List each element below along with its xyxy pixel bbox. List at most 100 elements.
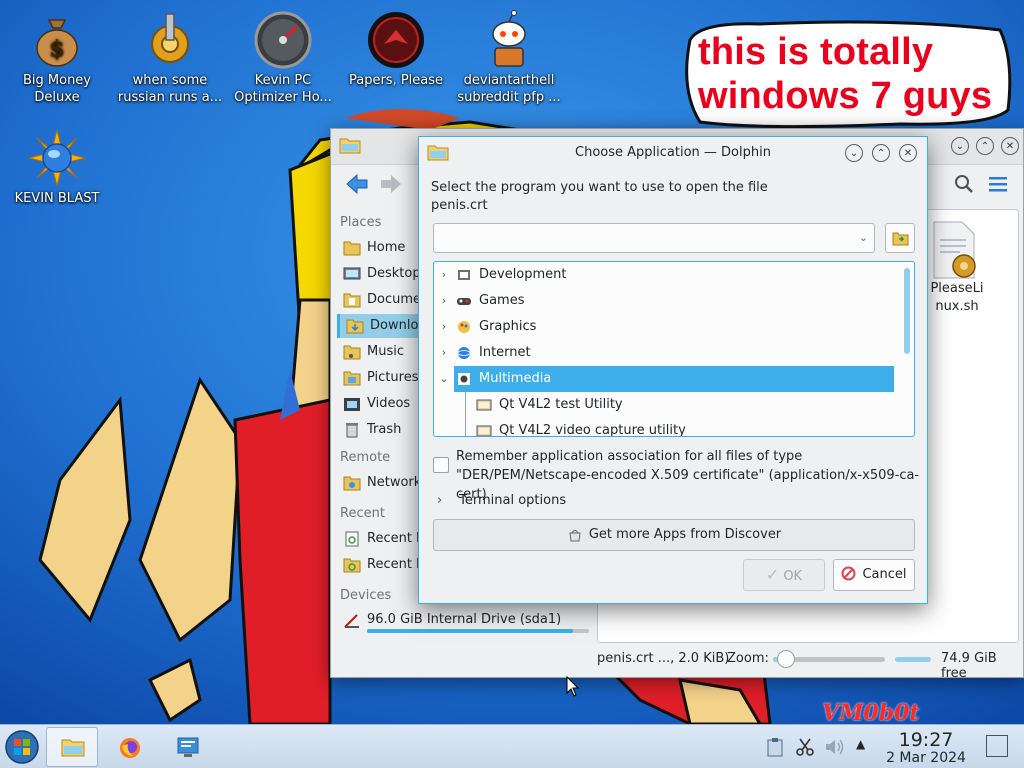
- free-space-bar: [895, 657, 931, 662]
- tree-item-label: Games: [479, 293, 525, 308]
- prompt-filename: penis.crt: [431, 198, 488, 213]
- system-tray-expand-icon[interactable]: ▲: [856, 737, 865, 751]
- chevron-down-icon: ⌄: [858, 231, 868, 244]
- sun-globe-icon: [28, 129, 86, 187]
- dialog-titlebar[interactable]: Choose Application — Dolphin ⌄ ⌃ ✕: [419, 137, 927, 169]
- places-item-label: Home: [367, 240, 406, 255]
- zoom-slider[interactable]: [773, 650, 885, 668]
- chevron-right-icon: ›: [437, 493, 443, 508]
- tree-item-development[interactable]: › Development: [434, 262, 894, 288]
- watermark-text: VM0b0t: [822, 700, 920, 726]
- trash-icon: [346, 423, 358, 438]
- taskbar: ▲ 19:27 2 Mar 2024: [0, 724, 1024, 768]
- recent-locations-icon: [343, 558, 361, 573]
- get-more-apps-label: Get more Apps from Discover: [588, 527, 782, 542]
- prompt-line: Select the program you want to use to op…: [431, 180, 768, 195]
- desktop-icon-deviantarthell[interactable]: deviantarthell subreddit pfp ...: [454, 10, 564, 106]
- places-item-label: 96.0 GiB Internal Drive (sda1): [367, 612, 562, 627]
- documents-folder-icon: [343, 293, 361, 308]
- application-combobox[interactable]: ⌄: [433, 223, 875, 253]
- hamburger-menu-icon[interactable]: [987, 173, 1009, 195]
- tree-item-label: Development: [479, 267, 567, 282]
- tree-item-internet[interactable]: › Internet: [434, 340, 894, 366]
- chevron-right-icon[interactable]: ›: [438, 340, 450, 366]
- file-item-pleaselinux[interactable]: PleaseLinux.sh: [928, 220, 1008, 316]
- checkmark-icon: ✓: [765, 565, 780, 584]
- dolphin-maximize-button[interactable]: ⌃: [976, 137, 994, 155]
- home-folder-icon: [343, 241, 361, 256]
- ok-label: OK: [783, 569, 803, 584]
- remember-association-checkbox[interactable]: [433, 457, 449, 473]
- volume-icon[interactable]: [824, 737, 846, 757]
- remember-line: Remember application association for all…: [456, 449, 803, 464]
- search-icon[interactable]: [953, 173, 975, 195]
- network-folder-icon: [343, 476, 361, 491]
- internet-icon: [457, 347, 471, 359]
- tree-item-qt-v4l2-test[interactable]: Qt V4L2 test Utility: [434, 392, 894, 418]
- browse-folder-icon: [892, 232, 909, 246]
- dolphin-minimize-button[interactable]: ⌄: [951, 137, 969, 155]
- ok-button[interactable]: ✓ OK: [743, 559, 825, 591]
- clock-time[interactable]: 19:27: [884, 729, 968, 751]
- cancel-label: Cancel: [862, 567, 907, 582]
- cancel-button[interactable]: Cancel: [833, 559, 915, 591]
- remote-header: Remote: [340, 450, 391, 465]
- back-arrow-icon[interactable]: [345, 173, 369, 195]
- places-item-label: Music: [367, 344, 404, 359]
- drive-usage-bar: [367, 629, 589, 633]
- pictures-folder-icon: [343, 371, 361, 386]
- scissors-icon[interactable]: [795, 737, 815, 757]
- tree-item-label: Graphics: [479, 319, 537, 334]
- tree-item-qt-v4l2-capture[interactable]: Qt V4L2 video capture utility: [434, 418, 894, 436]
- places-item-label: Network: [367, 475, 422, 490]
- desktop-icon-russian[interactable]: when some russian runs a...: [115, 10, 225, 106]
- chevron-right-icon[interactable]: ›: [438, 262, 450, 288]
- folder-icon: [339, 138, 361, 154]
- file-item-name: PleaseLinux.sh: [930, 281, 984, 314]
- clock-date[interactable]: 2 Mar 2024: [880, 750, 972, 766]
- taskbar-dolphin-button[interactable]: [46, 727, 98, 767]
- music-folder-icon: [343, 345, 361, 360]
- desktop-icon-kevin-blast[interactable]: KEVIN BLAST: [2, 128, 112, 207]
- chevron-right-icon[interactable]: ›: [438, 314, 450, 340]
- desktop-icon-big-money-deluxe[interactable]: $ Big Money Deluxe: [2, 10, 112, 106]
- desktop-icon-papers-please[interactable]: Papers, Please: [341, 10, 451, 89]
- mouse-cursor-icon: [566, 676, 580, 697]
- desktop-folder-icon: [343, 267, 361, 280]
- terminal-options-toggle[interactable]: › Terminal options: [437, 493, 566, 508]
- drive-usage-fill: [367, 629, 574, 633]
- free-space-label: 74.9 GiB free: [941, 651, 997, 681]
- dolphin-close-button[interactable]: ✕: [1001, 137, 1019, 155]
- taskbar-settings-button[interactable]: [162, 727, 214, 767]
- reddit-snoo-icon: [492, 10, 526, 67]
- games-icon: [457, 298, 471, 305]
- tree-item-multimedia[interactable]: Multimedia: [454, 366, 894, 392]
- places-item-internal-drive[interactable]: 96.0 GiB Internal Drive (sda1): [337, 609, 587, 631]
- desktop-icon-label: Big Money Deluxe: [22, 73, 91, 105]
- application-tree[interactable]: › Development › Games › Graphics › Inter…: [433, 261, 915, 437]
- dialog-maximize-button[interactable]: ⌃: [872, 144, 890, 162]
- chevron-right-icon[interactable]: ›: [438, 288, 450, 314]
- svg-text:$: $: [49, 36, 64, 62]
- start-menu-button[interactable]: [4, 729, 40, 765]
- script-file-icon: [933, 221, 976, 279]
- zoom-slider-handle[interactable]: [776, 650, 795, 668]
- chevron-down-icon[interactable]: ⌄: [438, 366, 450, 392]
- get-more-apps-button[interactable]: Get more Apps from Discover: [433, 519, 915, 551]
- places-item-label: Trash: [367, 422, 402, 437]
- show-desktop-button[interactable]: [986, 735, 1008, 757]
- taskbar-firefox-button[interactable]: [104, 727, 156, 767]
- clipboard-icon[interactable]: [766, 737, 784, 757]
- desktop-icon-label: KEVIN BLAST: [14, 191, 100, 206]
- desktop-icon-kevin-pc-optimizer[interactable]: Kevin PC Optimizer Ho...: [228, 10, 338, 106]
- places-item-label: Videos: [367, 396, 411, 411]
- papers-please-icon: [368, 12, 424, 68]
- desktop-icon-label: deviantarthell subreddit pfp ...: [457, 73, 561, 105]
- dialog-close-button[interactable]: ✕: [899, 144, 917, 162]
- forward-arrow-icon[interactable]: [379, 173, 403, 195]
- dialog-minimize-button[interactable]: ⌄: [845, 144, 863, 162]
- tree-scrollbar[interactable]: [904, 268, 910, 354]
- tree-item-games[interactable]: › Games: [434, 288, 894, 314]
- browse-button[interactable]: [885, 223, 915, 253]
- tree-item-graphics[interactable]: › Graphics: [434, 314, 894, 340]
